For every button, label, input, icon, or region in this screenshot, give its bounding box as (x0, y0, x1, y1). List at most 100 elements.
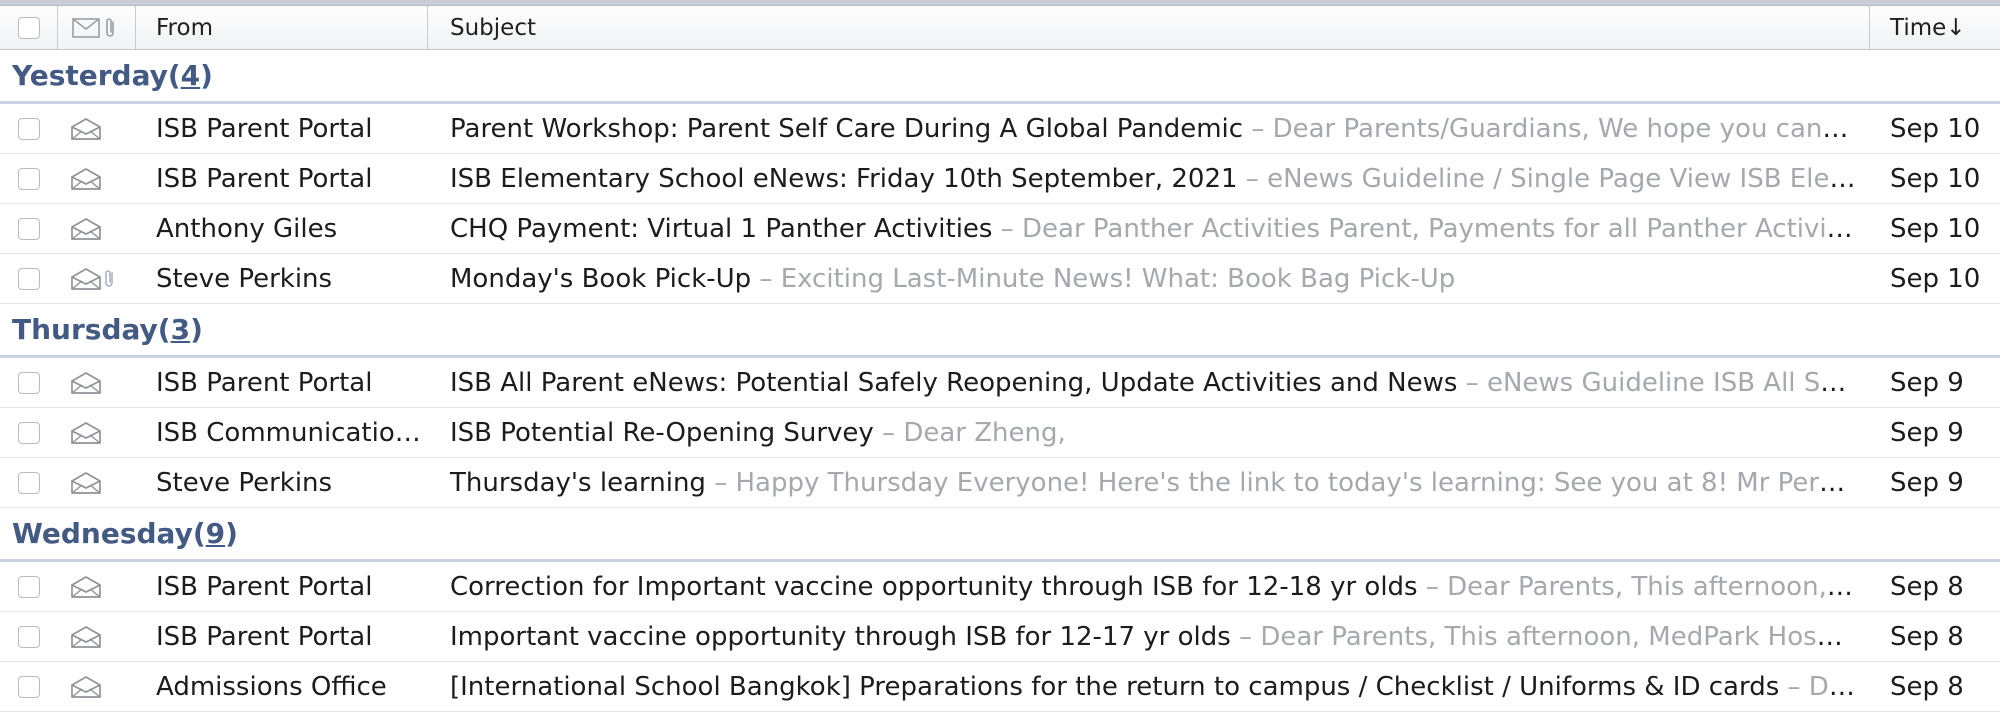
date-group-count[interactable]: 3 (171, 313, 190, 346)
message-row[interactable]: ISB Parent Portal ISB All Parent eNews: … (0, 358, 2000, 408)
row-checkbox[interactable] (18, 675, 40, 698)
row-time: Sep 9 (1890, 417, 1964, 448)
row-preview: Dear Parents, This afternoon, MedPark Ho… (1260, 621, 1870, 652)
column-header-from[interactable]: From (136, 6, 428, 49)
read-envelope-icon (70, 421, 102, 445)
row-subject: ISB Elementary School eNews: Friday 10th… (450, 163, 1238, 194)
read-envelope-icon (70, 371, 102, 395)
select-all-column[interactable] (0, 6, 58, 49)
row-preview: Dear Panther Activities Parent, Payments… (1022, 213, 1870, 244)
row-select-cell[interactable] (0, 625, 58, 648)
row-checkbox[interactable] (18, 117, 40, 140)
date-group-count[interactable]: 4 (181, 59, 200, 92)
date-group-header[interactable]: Yesterday(4) (0, 50, 2000, 104)
row-select-cell[interactable] (0, 421, 58, 444)
row-subject-cell: [International School Bangkok] Preparati… (428, 672, 1870, 702)
message-row[interactable]: Admissions Office [International School … (0, 662, 2000, 712)
row-preview-separator: – (1237, 163, 1268, 194)
row-select-cell[interactable] (0, 371, 58, 394)
row-time: Sep 10 (1890, 163, 1981, 194)
row-select-cell[interactable] (0, 471, 58, 494)
row-time: Sep 8 (1890, 621, 1964, 652)
row-from: ISB Parent Portal (156, 571, 373, 602)
read-envelope-icon (70, 675, 102, 699)
message-row[interactable]: Steve Perkins Monday's Book Pick-Up – Ex… (0, 254, 2000, 304)
row-checkbox[interactable] (18, 267, 40, 290)
row-preview: Dear Zheng, (903, 417, 1066, 448)
attachment-icon (104, 269, 116, 289)
row-checkbox[interactable] (18, 421, 40, 444)
row-checkbox[interactable] (18, 371, 40, 394)
row-preview: Exciting Last-Minute News! What: Book Ba… (780, 263, 1456, 294)
row-preview-separator: – (1230, 621, 1261, 652)
row-select-cell[interactable] (0, 267, 58, 290)
row-subject: Parent Workshop: Parent Self Care During… (450, 113, 1244, 144)
message-row[interactable]: ISB Parent Portal ISB Elementary School … (0, 154, 2000, 204)
column-header-time[interactable]: Time↓ (1870, 6, 2000, 49)
row-subject: Thursday's learning (450, 467, 706, 498)
row-status-cell (58, 267, 136, 291)
row-status-cell (58, 117, 136, 141)
read-envelope-icon (70, 217, 102, 241)
message-row[interactable]: Steve Perkins Thursday's learning – Happ… (0, 458, 2000, 508)
row-checkbox[interactable] (18, 625, 40, 648)
message-row[interactable]: ISB Parent Portal Correction for Importa… (0, 562, 2000, 612)
row-checkbox[interactable] (18, 471, 40, 494)
row-select-cell[interactable] (0, 575, 58, 598)
row-status-cell (58, 217, 136, 241)
row-from: Steve Perkins (156, 467, 333, 498)
row-select-cell[interactable] (0, 167, 58, 190)
row-from: ISB Parent Portal (156, 113, 373, 144)
read-envelope-icon (70, 267, 102, 291)
message-row[interactable]: ISB Parent Portal Important vaccine oppo… (0, 612, 2000, 662)
row-preview: eNews Guideline / Single Page View ISB E… (1267, 163, 1870, 194)
date-group-header[interactable]: Wednesday(9) (0, 508, 2000, 562)
row-time: Sep 10 (1890, 113, 1981, 144)
row-subject: [International School Bangkok] Preparati… (450, 671, 1780, 702)
row-preview-separator: – (1457, 367, 1487, 398)
row-status-cell (58, 371, 136, 395)
read-envelope-icon (70, 471, 102, 495)
read-envelope-icon (70, 167, 102, 191)
row-checkbox[interactable] (18, 217, 40, 240)
row-select-cell[interactable] (0, 217, 58, 240)
row-from: Anthony Giles (156, 213, 338, 244)
row-subject-cell: Monday's Book Pick-Up – Exciting Last-Mi… (428, 264, 1870, 294)
row-subject: ISB All Parent eNews: Potential Safely R… (450, 367, 1458, 398)
envelope-icon (72, 17, 100, 38)
row-preview: Dear Parents (1808, 671, 1870, 702)
row-preview-separator: – (873, 417, 904, 448)
row-subject: CHQ Payment: Virtual 1 Panther Activitie… (450, 213, 993, 244)
date-group-header[interactable]: Thursday(3) (0, 304, 2000, 358)
message-row[interactable]: Anthony Giles CHQ Payment: Virtual 1 Pan… (0, 204, 2000, 254)
read-envelope-icon (70, 117, 102, 141)
select-all-checkbox[interactable] (17, 16, 40, 39)
message-row[interactable]: ISB Communications Office ISB Potential … (0, 408, 2000, 458)
column-header-subject[interactable]: Subject (428, 6, 1870, 49)
date-group-label: Wednesday (12, 517, 193, 550)
row-from: ISB Parent Portal (156, 367, 373, 398)
row-preview: Happy Thursday Everyone! Here's the link… (735, 467, 1870, 498)
row-checkbox[interactable] (18, 575, 40, 598)
row-preview: eNews Guideline ISB All School eNews (1486, 367, 1870, 398)
message-list: Yesterday(4) ISB Parent Portal Parent Wo… (0, 50, 2000, 712)
row-status-cell (58, 625, 136, 649)
date-group-count[interactable]: 9 (206, 517, 225, 550)
row-status-cell (58, 167, 136, 191)
row-select-cell[interactable] (0, 675, 58, 698)
row-time: Sep 9 (1890, 367, 1964, 398)
message-row[interactable]: ISB Parent Portal Parent Workshop: Paren… (0, 104, 2000, 154)
row-from: Steve Perkins (156, 263, 333, 294)
row-select-cell[interactable] (0, 117, 58, 140)
row-time: Sep 10 (1890, 213, 1981, 244)
row-preview: Dear Parents, This afternoon, MedPark Ho… (1447, 571, 1870, 602)
row-subject-cell: ISB All Parent eNews: Potential Safely R… (428, 368, 1870, 398)
row-preview-separator: – (705, 467, 736, 498)
row-subject-cell: ISB Potential Re-Opening Survey – Dear Z… (428, 418, 1870, 448)
row-preview: Dear Parents/Guardians, We hope you can … (1272, 113, 1870, 144)
row-checkbox[interactable] (18, 167, 40, 190)
status-column-header[interactable] (58, 6, 136, 49)
row-from: ISB Parent Portal (156, 163, 373, 194)
row-time: Sep 10 (1890, 263, 1981, 294)
row-from: ISB Communications Office (156, 417, 428, 448)
